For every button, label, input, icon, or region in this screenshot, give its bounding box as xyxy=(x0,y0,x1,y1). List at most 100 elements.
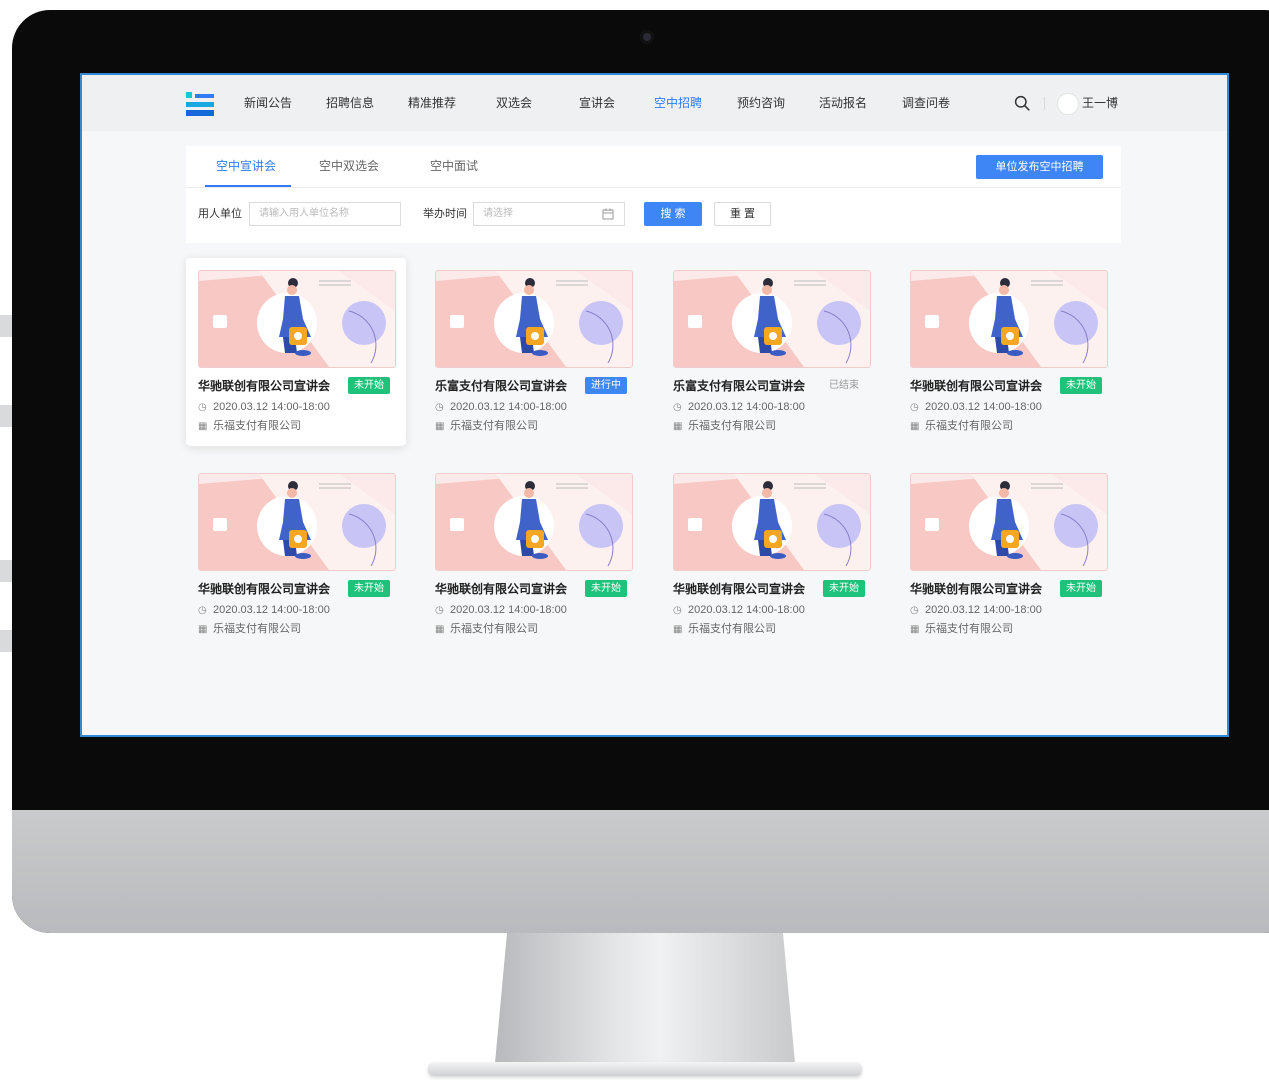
search-button[interactable]: 搜 索 xyxy=(644,202,702,226)
event-company-text: 乐福支付有限公司 xyxy=(688,623,776,635)
illustration xyxy=(199,271,395,367)
event-time-text: 2020.03.12 14:00-18:00 xyxy=(925,604,1042,616)
building-icon: ▦ xyxy=(673,421,683,432)
event-time: ◷ 2020.03.12 14:00-18:00 xyxy=(910,603,1042,618)
event-company: ▦ 乐福支付有限公司 xyxy=(435,622,538,637)
date-picker[interactable]: 请选择 xyxy=(473,202,625,226)
avatar[interactable] xyxy=(1057,93,1079,115)
event-time-text: 2020.03.12 14:00-18:00 xyxy=(213,604,330,616)
event-title: 华驰联创有限公司宣讲会 xyxy=(198,379,331,393)
event-card[interactable]: 乐富支付有限公司宣讲会 已结束 ◷ 2020.03.12 14:00-18:00 … xyxy=(661,258,881,446)
event-time: ◷ 2020.03.12 14:00-18:00 xyxy=(435,400,567,415)
building-icon: ▦ xyxy=(910,624,920,635)
illustration xyxy=(199,474,395,570)
event-company: ▦ 乐福支付有限公司 xyxy=(198,419,301,434)
clock-icon: ◷ xyxy=(435,605,444,616)
event-thumbnail xyxy=(673,473,871,571)
event-time-text: 2020.03.12 14:00-18:00 xyxy=(450,604,567,616)
event-company: ▦ 乐福支付有限公司 xyxy=(673,622,776,637)
event-time: ◷ 2020.03.12 14:00-18:00 xyxy=(198,603,330,618)
event-card[interactable]: 华驰联创有限公司宣讲会 未开始 ◷ 2020.03.12 14:00-18:00 … xyxy=(898,258,1118,446)
event-company: ▦ 乐福支付有限公司 xyxy=(910,419,1013,434)
illustration xyxy=(674,474,870,570)
event-company-text: 乐福支付有限公司 xyxy=(925,420,1013,432)
event-time: ◷ 2020.03.12 14:00-18:00 xyxy=(673,400,805,415)
nav-item[interactable]: 招聘信息 xyxy=(326,75,374,131)
date-placeholder: 请选择 xyxy=(483,208,513,219)
top-nav-bar: 新闻公告 招聘信息 精准推荐 双选会 宣讲会 空中招聘 预约咨询 活动报名 调查问卷 王一博 xyxy=(82,75,1227,131)
event-company-text: 乐福支付有限公司 xyxy=(925,623,1013,635)
event-time: ◷ 2020.03.12 14:00-18:00 xyxy=(198,400,330,415)
illustration xyxy=(436,271,632,367)
illustration xyxy=(436,474,632,570)
search-icon[interactable] xyxy=(1014,95,1030,111)
event-company: ▦ 乐福支付有限公司 xyxy=(198,622,301,637)
event-thumbnail xyxy=(910,270,1108,368)
nav-item[interactable]: 新闻公告 xyxy=(244,75,292,131)
clock-icon: ◷ xyxy=(673,605,682,616)
nav-item[interactable]: 活动报名 xyxy=(819,75,867,131)
status-badge: 未开始 xyxy=(823,580,865,597)
building-icon: ▦ xyxy=(198,624,208,635)
status-badge: 未开始 xyxy=(348,580,390,597)
tab-3[interactable]: 空中面试 xyxy=(430,146,478,187)
event-card[interactable]: 华驰联创有限公司宣讲会 未开始 ◷ 2020.03.12 14:00-18:00 … xyxy=(186,461,406,649)
event-company: ▦ 乐福支付有限公司 xyxy=(910,622,1013,637)
event-thumbnail xyxy=(198,473,396,571)
monitor-chin xyxy=(12,810,1269,933)
status-badge: 已结束 xyxy=(829,380,859,391)
clock-icon: ◷ xyxy=(198,605,207,616)
status-badge: 未开始 xyxy=(1060,377,1102,394)
event-title: 华驰联创有限公司宣讲会 xyxy=(198,582,331,596)
event-time-text: 2020.03.12 14:00-18:00 xyxy=(925,401,1042,413)
publish-recruitment-button[interactable]: 单位发布空中招聘 xyxy=(976,155,1103,179)
event-thumbnail xyxy=(910,473,1108,571)
event-title: 华驰联创有限公司宣讲会 xyxy=(673,582,806,596)
nav-item[interactable]: 精准推荐 xyxy=(408,75,456,131)
event-thumbnail xyxy=(673,270,871,368)
event-title: 华驰联创有限公司宣讲会 xyxy=(910,379,1043,393)
employer-input[interactable]: 请输入用人单位名称 xyxy=(249,202,401,226)
event-time-text: 2020.03.12 14:00-18:00 xyxy=(213,401,330,413)
logo-icon[interactable] xyxy=(186,92,214,116)
building-icon: ▦ xyxy=(910,421,920,432)
tab-2[interactable]: 空中双选会 xyxy=(319,146,379,187)
status-badge: 未开始 xyxy=(1060,580,1102,597)
user-name[interactable]: 王一博 xyxy=(1082,75,1118,131)
event-company: ▦ 乐福支付有限公司 xyxy=(673,419,776,434)
illustration xyxy=(911,271,1107,367)
nav-item[interactable]: 空中招聘 xyxy=(654,75,702,131)
monitor-stand xyxy=(495,933,795,1063)
event-card[interactable]: 乐富支付有限公司宣讲会 进行中 ◷ 2020.03.12 14:00-18:00 … xyxy=(423,258,643,446)
monitor-stand-base xyxy=(428,1062,862,1076)
nav-item[interactable]: 调查问卷 xyxy=(902,75,950,131)
time-label: 举办时间 xyxy=(423,208,467,220)
event-time: ◷ 2020.03.12 14:00-18:00 xyxy=(910,400,1042,415)
event-company-text: 乐福支付有限公司 xyxy=(450,623,538,635)
clock-icon: ◷ xyxy=(910,605,919,616)
clock-icon: ◷ xyxy=(198,402,207,413)
event-company: ▦ 乐福支付有限公司 xyxy=(435,419,538,434)
header-divider xyxy=(1044,97,1045,110)
event-card[interactable]: 华驰联创有限公司宣讲会 未开始 ◷ 2020.03.12 14:00-18:00 … xyxy=(186,258,406,446)
reset-button[interactable]: 重 置 xyxy=(714,202,771,226)
event-card[interactable]: 华驰联创有限公司宣讲会 未开始 ◷ 2020.03.12 14:00-18:00 … xyxy=(423,461,643,649)
event-card[interactable]: 华驰联创有限公司宣讲会 未开始 ◷ 2020.03.12 14:00-18:00 … xyxy=(661,461,881,649)
webcam xyxy=(640,30,654,44)
event-card[interactable]: 华驰联创有限公司宣讲会 未开始 ◷ 2020.03.12 14:00-18:00 … xyxy=(898,461,1118,649)
building-icon: ▦ xyxy=(198,421,208,432)
event-title: 华驰联创有限公司宣讲会 xyxy=(435,582,568,596)
nav-item[interactable]: 预约咨询 xyxy=(737,75,785,131)
event-time-text: 2020.03.12 14:00-18:00 xyxy=(688,401,805,413)
building-icon: ▦ xyxy=(435,421,445,432)
status-badge: 进行中 xyxy=(585,377,627,394)
event-thumbnail xyxy=(435,473,633,571)
event-title: 乐富支付有限公司宣讲会 xyxy=(435,379,568,393)
nav-item[interactable]: 双选会 xyxy=(496,75,532,131)
tab-1[interactable]: 空中宣讲会 xyxy=(216,146,276,187)
status-badge: 未开始 xyxy=(585,580,627,597)
event-thumbnail xyxy=(435,270,633,368)
clock-icon: ◷ xyxy=(910,402,919,413)
event-time: ◷ 2020.03.12 14:00-18:00 xyxy=(435,603,567,618)
nav-item[interactable]: 宣讲会 xyxy=(579,75,615,131)
